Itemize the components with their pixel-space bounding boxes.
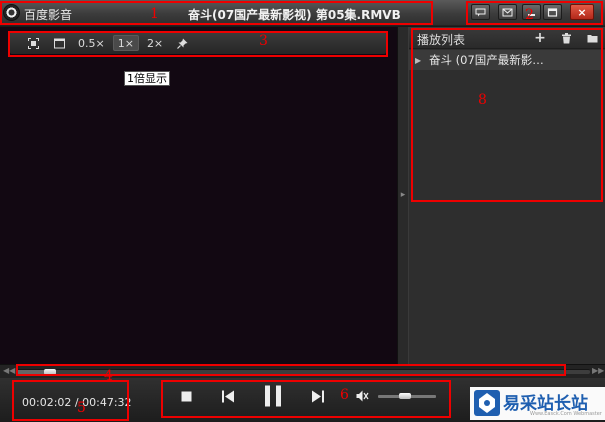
zoom-tooltip: 1倍显示 (124, 71, 170, 86)
window-title: 奋斗(07国产最新影视) 第05集.RMVB (188, 8, 401, 22)
minimize-button[interactable] (522, 4, 541, 20)
next-icon (312, 390, 324, 402)
playlist-item-label: 奋斗 (07国产最新影… (429, 53, 544, 67)
pin-icon (176, 38, 188, 49)
mail-button[interactable] (498, 4, 517, 20)
collapse-arrow-icon[interactable]: ▸ (399, 187, 407, 203)
fullscreen-fit-icon (27, 37, 39, 49)
expand-arrow-icon[interactable]: ▶ (415, 56, 429, 65)
playlist-panel: 播放列表 + ▶ 奋斗 (07国产最新影… (409, 27, 605, 364)
video-area[interactable]: 0.5× 1× 2× 1倍显示 (0, 27, 397, 364)
stop-button[interactable] (178, 388, 194, 404)
delete-button[interactable] (557, 30, 575, 46)
app-logo-icon[interactable] (3, 4, 20, 21)
control-bar: 00:02:02 / 00:47:32 易采站长站 Www.Easck.Com … (0, 378, 605, 422)
folder-icon (587, 34, 597, 42)
pause-button[interactable] (261, 383, 285, 409)
playlist-item[interactable]: ▶ 奋斗 (07国产最新影… (409, 50, 605, 70)
add-icon: + (534, 30, 546, 46)
mail-icon (502, 8, 513, 16)
chat-icon (475, 8, 486, 16)
progress-bar[interactable] (16, 369, 590, 375)
seek-forward-icon[interactable]: ▶▶ (592, 366, 604, 375)
pin-button[interactable] (171, 35, 193, 51)
mute-icon (356, 390, 368, 402)
panel-splitter[interactable]: ▸ (397, 27, 409, 364)
playlist-title: 播放列表 (417, 33, 466, 47)
window-mode-button[interactable] (48, 35, 70, 51)
fullscreen-fit-button[interactable] (22, 35, 44, 51)
progress-row: ◀◀ ▶▶ (0, 364, 605, 378)
speed-1x-button[interactable]: 1× (112, 35, 139, 51)
progress-thumb[interactable] (44, 369, 57, 375)
pause-icon (265, 385, 281, 407)
progress-fill (16, 370, 45, 374)
maximize-button[interactable] (543, 4, 562, 20)
trash-icon (561, 32, 571, 43)
mute-button[interactable] (354, 388, 370, 404)
seek-back-icon[interactable]: ◀◀ (3, 366, 15, 375)
volume-thumb[interactable] (398, 393, 411, 399)
maximize-icon (547, 7, 558, 17)
close-button[interactable]: × (570, 4, 594, 20)
add-button[interactable]: + (531, 30, 549, 46)
video-toolbar: 0.5× 1× 2× (10, 32, 386, 54)
chat-button[interactable] (471, 4, 490, 20)
minimize-icon (528, 13, 535, 16)
app-name: 百度影音 (24, 8, 73, 22)
stop-icon (181, 391, 191, 401)
watermark-url: Www.Easck.Com Webmaster (530, 411, 602, 417)
speed-2x-button[interactable]: 2× (143, 35, 167, 51)
total-time: 00:47:32 (82, 396, 132, 409)
window-mode-icon (53, 38, 65, 48)
playlist-header: 播放列表 + (409, 27, 605, 49)
current-time: 00:02:02 (22, 396, 72, 409)
next-button[interactable] (308, 387, 328, 405)
close-icon: × (577, 5, 587, 19)
previous-button[interactable] (218, 387, 238, 405)
volume-slider[interactable] (378, 393, 436, 399)
watermark: 易采站长站 Www.Easck.Com Webmaster (470, 387, 605, 420)
speed-half-button[interactable]: 0.5× (74, 35, 109, 51)
time-separator: / (74, 396, 79, 409)
watermark-logo-icon (474, 390, 500, 416)
previous-icon (222, 390, 234, 402)
open-folder-button[interactable] (583, 30, 601, 46)
title-bar[interactable]: 百度影音 奋斗(07国产最新影视) 第05集.RMVB × (0, 0, 605, 26)
time-display: 00:02:02 / 00:47:32 (22, 396, 132, 409)
